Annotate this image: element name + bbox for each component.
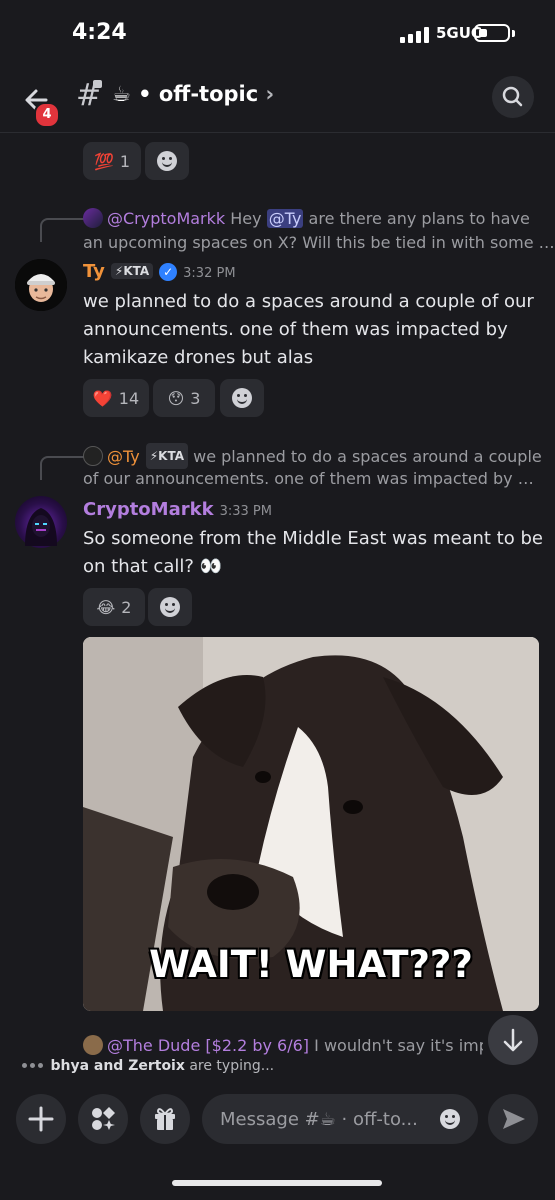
header-divider — [0, 132, 555, 133]
add-reaction-button[interactable] — [145, 142, 189, 180]
typing-indicator: bhya and Zertoix are typing... — [22, 1058, 274, 1074]
reaction-count: 2 — [121, 597, 132, 617]
message-time: 3:33 PM — [219, 504, 272, 519]
gif-caption: WAIT! WHAT??? — [149, 943, 473, 986]
reply-author: @Ty — [107, 447, 140, 466]
memoji-avatar-icon — [15, 259, 67, 311]
reply-text: Hey — [230, 209, 262, 228]
typing-dots-icon — [22, 1058, 46, 1074]
avatar[interactable] — [15, 496, 67, 548]
home-indicator — [172, 1180, 382, 1186]
cell-signal-icon — [400, 27, 430, 43]
battery-icon — [474, 24, 510, 42]
message-text: we planned to do a spaces around a coupl… — [83, 288, 534, 372]
reply-preview-line2: an upcoming spaces on X? Will this be ti… — [83, 233, 555, 252]
reply-author: @The Dude [$2.2 by 6/6] — [107, 1036, 310, 1055]
reply-avatar — [83, 1035, 103, 1055]
reply-text: are there any plans to have — [308, 209, 530, 228]
chevron-right-icon: › — [265, 82, 275, 106]
search-button[interactable] — [492, 76, 534, 118]
reaction-emoji: 💯 — [93, 151, 114, 171]
reaction-emoji: ❤️ — [92, 388, 113, 408]
search-icon — [502, 86, 523, 107]
send-icon — [503, 1109, 525, 1129]
reaction-count: 3 — [190, 388, 201, 408]
reaction-hundred[interactable]: 💯 1 — [83, 142, 141, 180]
smile-icon — [160, 597, 180, 617]
message-line: kamikaze drones but alas — [83, 347, 314, 368]
reaction-laughing[interactable]: 😂 2 — [83, 588, 145, 626]
scroll-to-bottom-button[interactable] — [488, 1015, 538, 1065]
reply-author: @CryptoMarkk — [107, 209, 226, 228]
typing-users: bhya and Zertoix — [50, 1058, 185, 1074]
smile-icon — [157, 151, 177, 171]
add-reaction-button[interactable] — [220, 379, 264, 417]
unread-badge: 4 — [34, 102, 60, 128]
status-time: 4:24 — [72, 20, 127, 45]
verified-icon: ✓ — [159, 263, 178, 281]
reply-text: we planned to do a spaces around a coupl… — [193, 447, 542, 466]
reply-avatar — [83, 208, 103, 228]
message-header: CryptoMarkk 3:33 PM — [83, 499, 272, 520]
message-line: on that call? 👀 — [83, 556, 223, 577]
reaction-surprised[interactable]: 😯 3 — [153, 379, 215, 417]
reply-preview[interactable]: @The Dude [$2.2 by 6/6] I wouldn't say i… — [83, 1034, 483, 1058]
server-tag: ⚡KTA — [145, 443, 189, 469]
channel-name: • off-topic — [138, 82, 259, 106]
apps-icon — [92, 1107, 115, 1130]
reply-preview[interactable]: @Ty ⚡KTA we planned to do a spaces around… — [83, 443, 542, 469]
channel-emoji: ☕ — [112, 82, 131, 106]
author-name[interactable]: Ty — [83, 261, 105, 282]
reply-preview-line2: of our announcements. one of them was im… — [83, 469, 534, 488]
hooded-figure-avatar-icon — [25, 508, 57, 546]
message-header: Ty ⚡KTA ✓ 3:32 PM — [83, 261, 236, 282]
reply-preview[interactable]: @CryptoMarkk Hey @Ty are there any plans… — [83, 207, 543, 231]
message-line: we planned to do a spaces around a coupl… — [83, 291, 534, 312]
smile-icon — [440, 1109, 460, 1129]
reaction-heart[interactable]: ❤️ 14 — [83, 379, 149, 417]
gif-attachment[interactable]: WAIT! WHAT??? — [83, 637, 539, 1011]
gift-icon — [155, 1108, 175, 1130]
reaction-count: 14 — [118, 388, 140, 408]
message-line: announcements. one of them was impacted … — [83, 319, 508, 340]
channel-title[interactable]: ☕ • off-topic › — [112, 82, 274, 106]
arrow-down-icon — [503, 1028, 523, 1052]
emoji-picker-button[interactable] — [436, 1104, 466, 1134]
author-name[interactable]: CryptoMarkk — [83, 499, 214, 520]
reaction-count: 1 — [119, 151, 131, 171]
mention: @Ty — [266, 209, 304, 228]
add-reaction-button[interactable] — [148, 588, 192, 626]
reaction-emoji: 😯 — [167, 388, 185, 408]
battery-tip — [512, 30, 515, 37]
apps-button[interactable] — [78, 1094, 128, 1144]
reply-avatar — [83, 446, 103, 466]
message-input[interactable] — [220, 1094, 420, 1144]
reply-connector — [40, 218, 84, 242]
gift-button[interactable] — [140, 1094, 190, 1144]
reply-text: I wouldn't say it's impro… — [314, 1036, 483, 1055]
smile-icon — [232, 388, 252, 408]
lock-icon — [93, 80, 102, 88]
server-tag: ⚡KTA — [110, 263, 154, 279]
reaction-emoji: 😂 — [96, 597, 116, 617]
message-line: So someone from the Middle East was mean… — [83, 528, 543, 549]
typing-suffix: are typing... — [189, 1058, 275, 1074]
avatar[interactable] — [15, 259, 67, 311]
plus-icon — [28, 1106, 54, 1132]
message-time: 3:32 PM — [183, 266, 236, 281]
message-text: So someone from the Middle East was mean… — [83, 525, 543, 581]
send-button[interactable] — [488, 1094, 538, 1144]
reply-connector — [40, 456, 84, 480]
add-attachment-button[interactable] — [16, 1094, 66, 1144]
